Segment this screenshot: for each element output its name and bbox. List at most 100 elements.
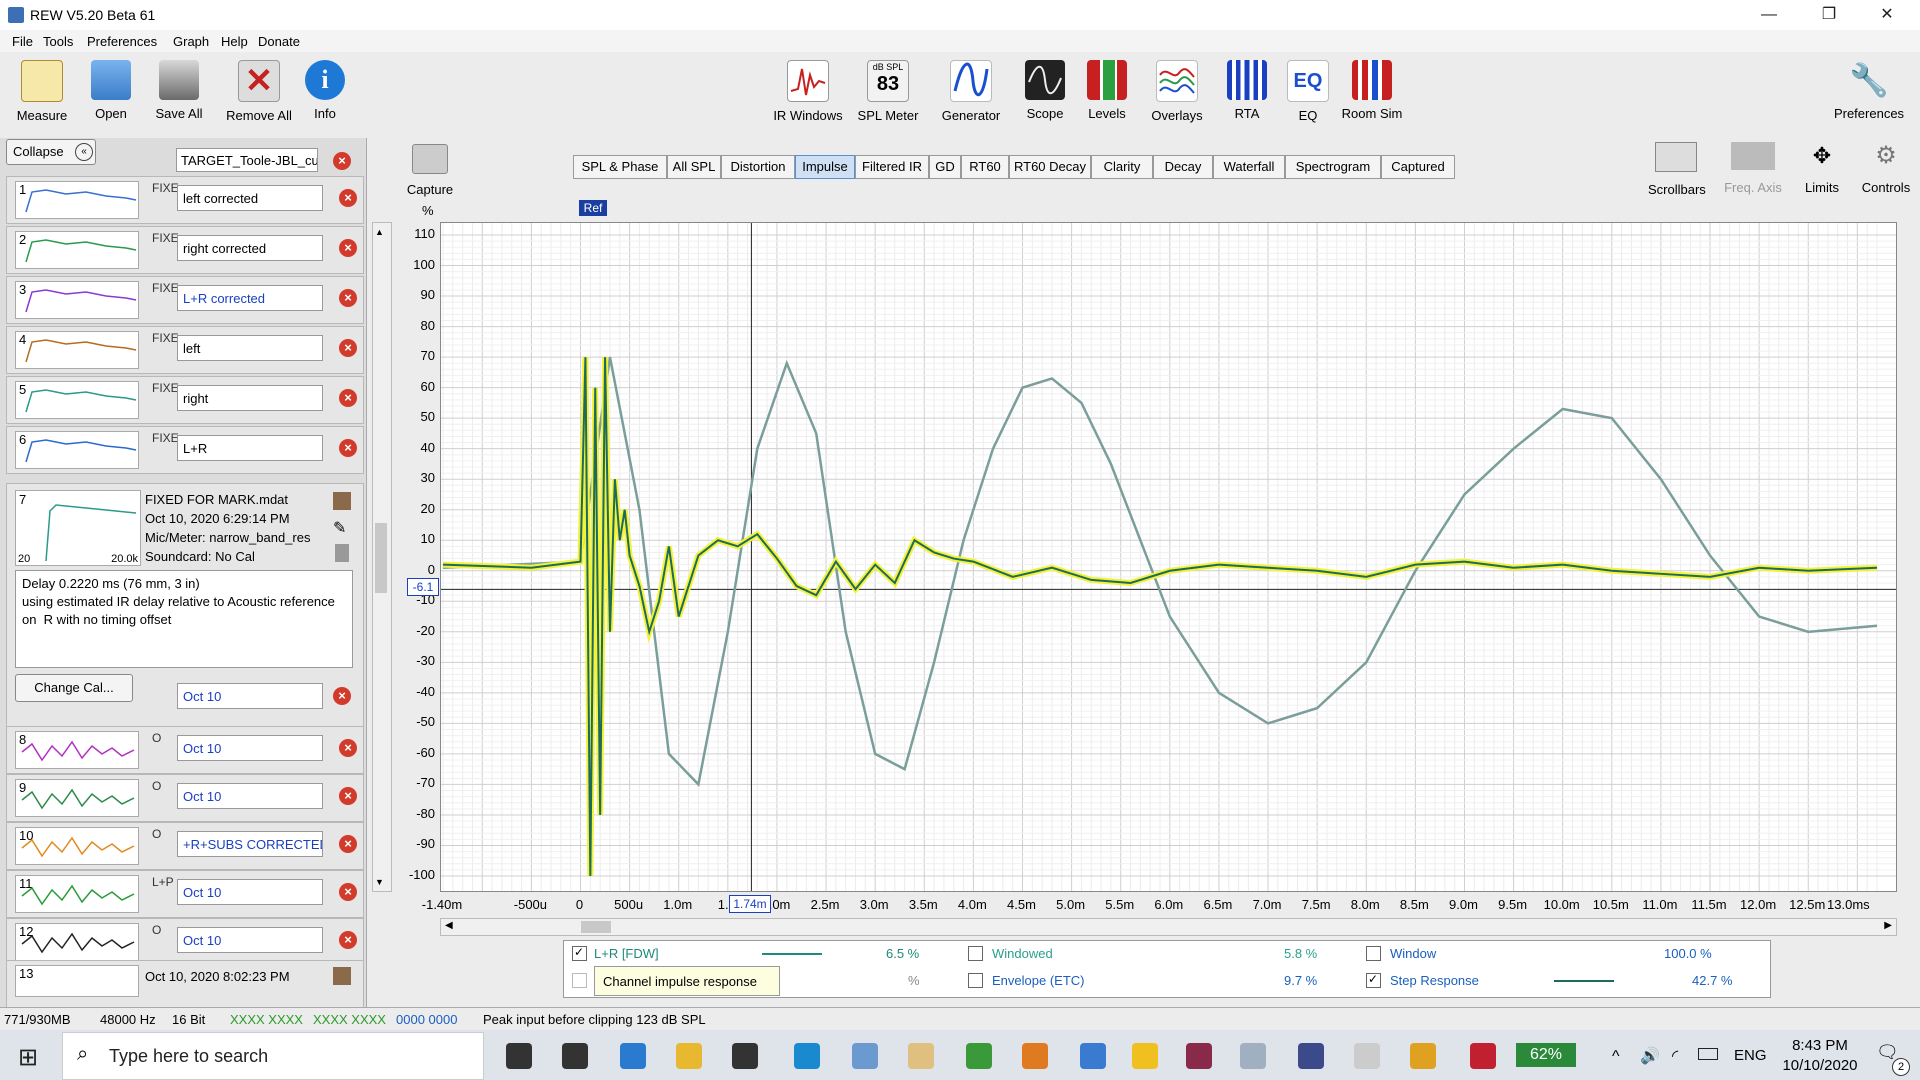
notes-icon[interactable] (335, 544, 349, 562)
vlc-icon[interactable] (1022, 1043, 1048, 1069)
chrome-icon[interactable] (966, 1043, 992, 1069)
ir-windows-button[interactable]: IR Windows (768, 60, 848, 123)
menu-graph[interactable]: Graph (173, 34, 209, 49)
measurement-name-field[interactable]: +R+SUBS CORRECTED (177, 831, 323, 857)
spl-meter-button[interactable]: dB SPL 83 SPL Meter (848, 60, 928, 123)
scroll-down-icon[interactable]: ▼ (375, 877, 384, 887)
levels-button[interactable]: Levels (1067, 60, 1147, 121)
rew-icon[interactable] (1298, 1043, 1324, 1069)
impulse-graph[interactable] (440, 222, 1897, 892)
measurement-1[interactable]: 1 FIXE left corrected × (6, 176, 364, 224)
measurement-13[interactable]: 13 Oct 10, 2020 8:02:23 PM (6, 960, 364, 1010)
measurement-9[interactable]: 9 O Oct 10 × (6, 774, 364, 822)
wifi-icon[interactable]: ◜ (1672, 1046, 1678, 1066)
scroll-left-icon[interactable]: ◀ (445, 920, 453, 931)
scroll-thumb[interactable] (375, 523, 387, 593)
delete-measurement-button[interactable]: × (339, 835, 357, 853)
delete-measurement-button[interactable]: × (339, 439, 357, 457)
measurement-12[interactable]: 12 O Oct 10 × (6, 918, 364, 966)
menu-file[interactable]: File (12, 34, 33, 49)
tab-decay[interactable]: Decay (1153, 155, 1213, 179)
app-l-icon[interactable] (794, 1043, 820, 1069)
file-explorer-icon[interactable] (676, 1043, 702, 1069)
legend-checkbox-lr-fdw[interactable]: ✓ (572, 945, 587, 961)
battery-indicator[interactable]: 62% (1516, 1043, 1576, 1067)
scroll-up-icon[interactable]: ▲ (375, 227, 384, 237)
cortana-icon[interactable] (506, 1043, 532, 1069)
tab-filtered-ir[interactable]: Filtered IR (855, 155, 929, 179)
image-icon[interactable] (333, 492, 351, 510)
selected-name-field[interactable]: Oct 10 (177, 683, 323, 709)
tab-waterfall[interactable]: Waterfall (1213, 155, 1285, 179)
edge-icon[interactable] (620, 1043, 646, 1069)
tab-gd[interactable]: GD (929, 155, 961, 179)
maximize-button[interactable]: ❐ (1806, 0, 1852, 30)
tab-rt60[interactable]: RT60 (961, 155, 1009, 179)
change-cal-button[interactable]: Change Cal... (15, 674, 133, 702)
measurement-name-field[interactable]: right corrected (177, 235, 323, 261)
windows-start-icon[interactable]: ⊞ (18, 1043, 38, 1072)
delete-measurement-button[interactable]: × (339, 239, 357, 257)
winamp-icon[interactable] (1132, 1043, 1158, 1069)
chevron-up-icon[interactable]: ^ (1612, 1048, 1620, 1066)
minimize-button[interactable]: — (1746, 0, 1792, 30)
graph-hscrollbar[interactable]: ◀ ▶ (440, 918, 1897, 936)
delete-measurement-button[interactable]: × (339, 739, 357, 757)
legend-checkbox-etc[interactable] (968, 973, 983, 988)
legend-checkbox-window[interactable] (1366, 946, 1381, 961)
store-icon[interactable] (732, 1043, 758, 1069)
delete-measurement-button[interactable]: × (339, 389, 357, 407)
tab-spl-phase[interactable]: SPL & Phase (573, 155, 667, 179)
ref-marker[interactable]: Ref (579, 200, 607, 216)
measurement-2[interactable]: 2 FIXE right corrected × (6, 226, 364, 274)
app-blue-icon[interactable] (852, 1043, 878, 1069)
generator-button[interactable]: Generator (931, 60, 1011, 123)
measurement-name-field[interactable]: L+R corrected (177, 285, 323, 311)
clock[interactable]: 8:43 PM 10/10/2020 (1770, 1036, 1870, 1076)
measurement-8[interactable]: 8 O Oct 10 × (6, 726, 364, 774)
tab-impulse[interactable]: Impulse (795, 155, 855, 179)
limits-button[interactable]: ✥ Limits (1798, 142, 1846, 195)
delete-measurement-button[interactable]: × (339, 883, 357, 901)
measurement-name-field[interactable]: Oct 10 (177, 783, 323, 809)
volume-icon[interactable]: 🔊 (1640, 1046, 1660, 1066)
delete-measurement-button[interactable]: × (339, 289, 357, 307)
menu-help[interactable]: Help (221, 34, 248, 49)
overlays-button[interactable]: Overlays (1137, 60, 1217, 123)
delete-measurement-button[interactable]: × (339, 189, 357, 207)
measurement-name-field[interactable]: Oct 10 (177, 927, 323, 953)
close-button[interactable]: ✕ (1864, 0, 1910, 30)
measurement-name-field[interactable]: left corrected (177, 185, 323, 211)
tab-distortion[interactable]: Distortion (721, 155, 795, 179)
chrome-r-icon[interactable] (1080, 1043, 1106, 1069)
task-view-icon[interactable] (562, 1043, 588, 1069)
delete-measurement-button[interactable]: × (339, 339, 357, 357)
pencil-icon[interactable]: ✎ (333, 518, 351, 537)
menu-preferences[interactable]: Preferences (87, 34, 157, 49)
menu-tools[interactable]: Tools (43, 34, 73, 49)
measurement-6[interactable]: 6 FIXE L+R × (6, 426, 364, 474)
info-button[interactable]: i Info (285, 60, 365, 121)
measure-button[interactable]: Measure (2, 60, 82, 123)
save-all-button[interactable]: Save All (139, 60, 219, 121)
app-circle-icon[interactable] (908, 1043, 934, 1069)
panel-scrollbar[interactable]: ▲ ▼ (372, 222, 392, 892)
app-window-icon[interactable] (1410, 1043, 1436, 1069)
menu-donate[interactable]: Donate (258, 34, 300, 49)
preferences-button[interactable]: 🔧 Preferences (1826, 60, 1912, 121)
measurement-name-field[interactable]: right (177, 385, 323, 411)
delete-measurement-button[interactable]: × (339, 787, 357, 805)
app-red-icon[interactable] (1470, 1043, 1496, 1069)
controls-button[interactable]: ⚙ Controls (1858, 142, 1914, 195)
legend-checkbox-windowed[interactable] (968, 946, 983, 961)
room-sim-button[interactable]: Room Sim (1332, 60, 1412, 121)
measurement-5[interactable]: 5 FIXE right × (6, 376, 364, 424)
scroll-right-icon[interactable]: ▶ (1884, 920, 1892, 931)
measurement-4[interactable]: 4 FIXE left × (6, 326, 364, 374)
measurement-name-field[interactable]: Oct 10 (177, 879, 323, 905)
tab-captured[interactable]: Captured (1381, 155, 1455, 179)
scrollbars-button[interactable]: Scrollbars (1648, 142, 1706, 197)
notes-textarea[interactable]: Delay 0.2220 ms (76 mm, 3 in) using esti… (15, 570, 353, 668)
language-indicator[interactable]: ENG (1734, 1047, 1767, 1064)
measurement-name-field[interactable]: L+R (177, 435, 323, 461)
